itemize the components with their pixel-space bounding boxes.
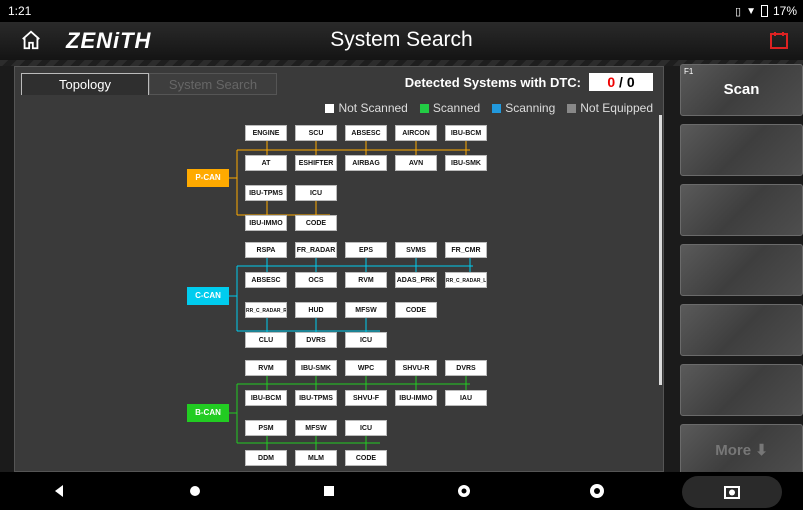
module-node[interactable]: DVRS bbox=[445, 360, 487, 376]
module-node[interactable]: CODE bbox=[345, 450, 387, 466]
back-icon[interactable] bbox=[50, 482, 68, 500]
recents-icon[interactable] bbox=[320, 482, 338, 500]
module-node[interactable]: IBU-SMK bbox=[295, 360, 337, 376]
module-node[interactable]: IAU bbox=[445, 390, 487, 406]
wifi-icon: ▼ bbox=[746, 5, 756, 17]
calendar-icon[interactable] bbox=[769, 30, 789, 50]
scrollbar[interactable] bbox=[659, 115, 662, 385]
module-node[interactable]: IBU-IMMO bbox=[245, 215, 287, 231]
scan-button[interactable]: F1 Scan bbox=[680, 64, 803, 116]
module-node[interactable]: AVN bbox=[395, 155, 437, 171]
battery-icon bbox=[760, 5, 768, 17]
module-node[interactable]: WPC bbox=[345, 360, 387, 376]
module-node[interactable]: RSPA bbox=[245, 242, 287, 258]
module-node[interactable]: MFSW bbox=[295, 420, 337, 436]
home-dot-icon[interactable] bbox=[186, 482, 204, 500]
settings-gear-icon[interactable] bbox=[455, 482, 473, 500]
module-node[interactable]: FR_RADAR bbox=[295, 242, 337, 258]
module-node[interactable]: ABSESC bbox=[345, 125, 387, 141]
topology-diagram: P-CAN C-CAN B-CAN ENGINE SCU ABSESC AIRC… bbox=[15, 67, 665, 473]
page-title: System Search bbox=[330, 28, 473, 51]
module-node[interactable]: CLU bbox=[245, 332, 287, 348]
camera-icon bbox=[724, 486, 740, 499]
module-node[interactable]: ENGINE bbox=[245, 125, 287, 141]
module-node[interactable]: RR_C_RADAR_R bbox=[245, 302, 287, 318]
android-nav-bar bbox=[0, 472, 803, 510]
bus-ccan[interactable]: C-CAN bbox=[187, 287, 229, 305]
bus-lines bbox=[229, 141, 473, 451]
module-node[interactable]: RVM bbox=[345, 272, 387, 288]
module-node[interactable]: ICU bbox=[295, 185, 337, 201]
more-button[interactable]: More ⬇ bbox=[680, 424, 803, 476]
module-node[interactable]: SCU bbox=[295, 125, 337, 141]
function-sidebar: F1 Scan More ⬇ bbox=[670, 62, 803, 476]
module-node[interactable]: SVMS bbox=[395, 242, 437, 258]
status-bar: 1:21 ▯ ▼ 17% bbox=[0, 0, 803, 22]
module-node[interactable]: ABSESC bbox=[245, 272, 287, 288]
function-button-empty[interactable] bbox=[680, 244, 803, 296]
chrome-icon[interactable] bbox=[588, 482, 606, 500]
module-node[interactable]: SHVU-F bbox=[345, 390, 387, 406]
bus-pcan[interactable]: P-CAN bbox=[187, 169, 229, 187]
module-node[interactable]: ICU bbox=[345, 420, 387, 436]
status-time: 1:21 bbox=[8, 4, 32, 18]
module-node[interactable]: MFSW bbox=[345, 302, 387, 318]
module-node[interactable]: SHVU-R bbox=[395, 360, 437, 376]
module-node[interactable]: HUD bbox=[295, 302, 337, 318]
module-node[interactable]: ADAS_PRK bbox=[395, 272, 437, 288]
module-node[interactable]: AT bbox=[245, 155, 287, 171]
function-button-empty[interactable] bbox=[680, 304, 803, 356]
module-node[interactable]: MLM bbox=[295, 450, 337, 466]
app-header: ZENiTH System Search bbox=[0, 22, 803, 60]
module-node[interactable]: IBU-TPMS bbox=[295, 390, 337, 406]
module-node[interactable]: FR_CMR bbox=[445, 242, 487, 258]
module-node[interactable]: RVM bbox=[245, 360, 287, 376]
module-node[interactable]: PSM bbox=[245, 420, 287, 436]
module-node[interactable]: CODE bbox=[395, 302, 437, 318]
module-node[interactable]: IBU-IMMO bbox=[395, 390, 437, 406]
screenshot-button[interactable] bbox=[682, 476, 782, 508]
module-node[interactable]: IBU-BCM bbox=[245, 390, 287, 406]
topology-panel: Topology System Search Detected Systems … bbox=[14, 66, 664, 472]
more-label: More ⬇ bbox=[715, 442, 768, 459]
module-node[interactable]: RR_C_RADAR_L bbox=[445, 272, 487, 288]
scan-label: Scan bbox=[723, 81, 760, 98]
module-node[interactable]: AIRCON bbox=[395, 125, 437, 141]
module-node[interactable]: IBU-TPMS bbox=[245, 185, 287, 201]
module-node[interactable]: ESHIFTER bbox=[295, 155, 337, 171]
module-node[interactable]: EPS bbox=[345, 242, 387, 258]
module-node[interactable]: AIRBAG bbox=[345, 155, 387, 171]
module-node[interactable]: OCS bbox=[295, 272, 337, 288]
function-button-empty[interactable] bbox=[680, 364, 803, 416]
module-node[interactable]: IBU-BCM bbox=[445, 125, 487, 141]
function-key-label: F1 bbox=[684, 67, 694, 76]
module-node[interactable]: DDM bbox=[245, 450, 287, 466]
vibrate-icon: ▯ bbox=[735, 5, 742, 18]
function-button-empty[interactable] bbox=[680, 124, 803, 176]
module-node[interactable]: IBU-SMK bbox=[445, 155, 487, 171]
bus-bcan[interactable]: B-CAN bbox=[187, 404, 229, 422]
battery-level: 17% bbox=[772, 4, 797, 18]
function-button-empty[interactable] bbox=[680, 184, 803, 236]
module-node[interactable]: ICU bbox=[345, 332, 387, 348]
module-node[interactable]: DVRS bbox=[295, 332, 337, 348]
module-node[interactable]: CODE bbox=[295, 215, 337, 231]
